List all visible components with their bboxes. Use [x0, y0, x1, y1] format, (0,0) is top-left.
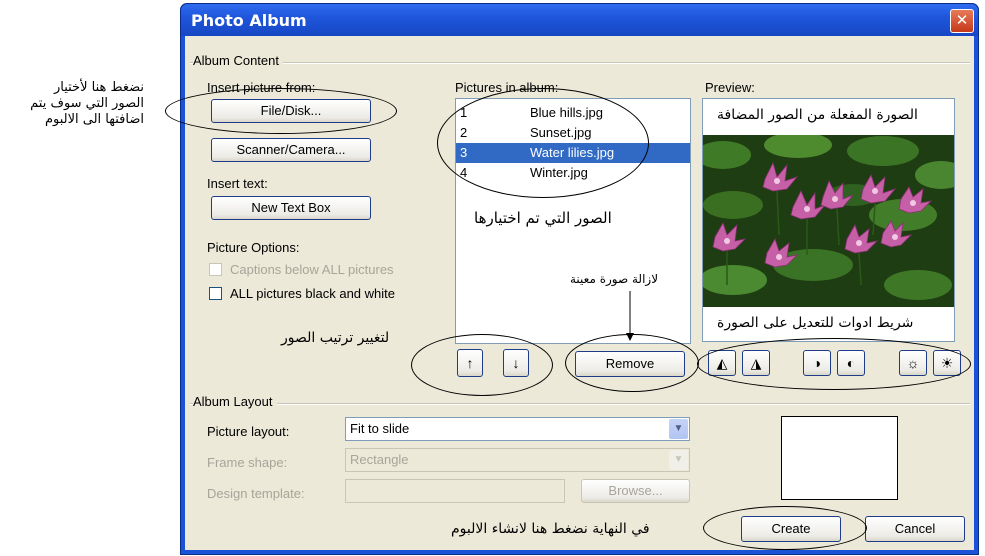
order-annotation: لتغيير ترتيب الصور — [281, 330, 390, 346]
photo-album-dialog: Photo Album ✕ Album Content Insert pictu… — [165, 3, 979, 555]
insert-annotation-line-3: اضافتها الى الالبوم — [44, 112, 144, 127]
close-button[interactable]: ✕ — [950, 9, 974, 33]
captions-label: Captions below ALL pictures — [230, 262, 394, 277]
insert-annotation-line-2: الصور التي سوف يتم — [30, 96, 144, 111]
frame-shape-value: Rectangle — [350, 452, 409, 467]
tools-ellipse — [697, 338, 971, 390]
insert-annotation: نضغط هنا لأختيار الصور التي سوف يتم اضاف… — [22, 80, 144, 128]
browse-button[interactable]: Browse... — [581, 479, 690, 503]
remove-annotation: لازالة صورة معينة — [570, 272, 659, 286]
water-lilies-image — [703, 135, 954, 307]
file-disk-ellipse — [165, 88, 397, 134]
album-layout-divider — [190, 403, 970, 405]
design-template-label: Design template: — [207, 486, 305, 501]
album-content-divider — [190, 62, 970, 64]
remove-ellipse — [565, 334, 699, 392]
create-ellipse — [703, 506, 867, 550]
cancel-button[interactable]: Cancel — [865, 516, 965, 542]
close-icon: ✕ — [955, 12, 969, 29]
dialog-body: Album Content Insert picture from: File/… — [165, 36, 974, 550]
title-bar: Photo Album ✕ — [181, 4, 978, 36]
picture-layout-label: Picture layout: — [207, 424, 290, 439]
new-text-box-button[interactable]: New Text Box — [211, 196, 371, 220]
picture-layout-select[interactable]: Fit to slide ▼ — [345, 417, 690, 441]
dialog-title: Photo Album — [191, 11, 307, 30]
selected-pictures-annotation: الصور التي تم اختيارها — [474, 209, 612, 227]
insert-text-label: Insert text: — [207, 176, 268, 191]
create-annotation: في النهاية نضغط هنا لانشاء الالبوم — [451, 521, 650, 537]
black-white-label: ALL pictures black and white — [230, 286, 396, 301]
picture-options-label: Picture Options: — [207, 240, 300, 255]
frame-shape-label: Frame shape: — [207, 455, 288, 470]
insert-annotation-line-1: نضغط هنا لأختيار — [53, 80, 144, 95]
preview-label: Preview: — [705, 80, 755, 95]
album-layout-title: Album Layout — [193, 394, 277, 409]
pictures-ellipse — [437, 88, 649, 198]
captions-checkbox[interactable] — [209, 263, 222, 276]
black-white-checkbox[interactable] — [209, 287, 222, 300]
preview-pane: الصورة المفعلة من الصور المضافة شريط ادو… — [702, 98, 955, 342]
design-template-input[interactable] — [345, 479, 565, 503]
preview-top-annotation: الصورة المفعلة من الصور المضافة — [717, 107, 918, 123]
scanner-camera-button[interactable]: Scanner/Camera... — [211, 138, 371, 162]
album-content-title: Album Content — [193, 53, 283, 68]
reorder-ellipse — [411, 334, 553, 396]
chevron-down-icon: ▼ — [669, 450, 688, 470]
chevron-down-icon: ▼ — [669, 419, 688, 439]
layout-preview-box — [781, 416, 898, 500]
preview-bottom-annotation: شريط ادوات للتعديل على الصورة — [717, 315, 914, 331]
picture-layout-value: Fit to slide — [350, 421, 410, 436]
frame-shape-select[interactable]: Rectangle ▼ — [345, 448, 690, 472]
